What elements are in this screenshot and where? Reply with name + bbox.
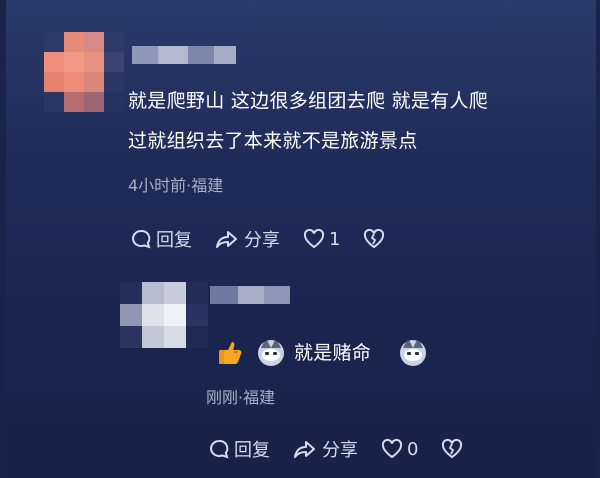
broken-heart-icon (364, 228, 385, 249)
comment-actions: 回复 分享 1 (130, 226, 412, 252)
share-arrow-icon (216, 231, 237, 248)
cat-emoji (400, 340, 426, 366)
share-arrow-icon (294, 441, 315, 458)
share-label: 分享 (244, 230, 280, 251)
comment-text-line-2: 过就组织去了本来就不是旅游景点 (128, 130, 418, 152)
like-button[interactable]: 0 (380, 438, 418, 460)
reply-bubble-icon (132, 229, 151, 249)
reply-meta: 刚刚·福建 (206, 388, 276, 407)
heart-icon (303, 228, 325, 249)
reply-label: 回复 (156, 230, 192, 251)
comment-meta: 4小时前·福建 (128, 176, 224, 195)
reply-actions: 回复 分享 0 (208, 436, 490, 462)
share-button[interactable]: 分享 (292, 436, 358, 462)
reply-text: 就是赌命 (294, 342, 372, 364)
like-count: 1 (329, 228, 341, 250)
dislike-button[interactable] (362, 228, 390, 250)
avatar[interactable] (44, 32, 124, 112)
reply-button[interactable]: 回复 (130, 226, 192, 252)
reply-button[interactable]: 回复 (208, 436, 270, 462)
share-button[interactable]: 分享 (214, 226, 280, 252)
reply-label: 回复 (234, 440, 270, 461)
broken-heart-icon (442, 438, 463, 459)
comment-text-line-1: 就是爬野山 这边很多组团去爬 就是有人爬 (128, 90, 489, 112)
username-blurred[interactable] (132, 46, 236, 64)
dislike-button[interactable] (440, 438, 468, 460)
left-frame-edge (0, 0, 6, 478)
share-label: 分享 (322, 440, 358, 461)
cat-emoji (258, 340, 284, 366)
heart-icon (381, 438, 403, 459)
right-frame-edge (596, 0, 600, 478)
reply-avatar[interactable] (120, 282, 208, 348)
thumbs-up-emoji (219, 342, 242, 364)
like-button[interactable]: 1 (302, 228, 340, 250)
reply-bubble-icon (210, 439, 229, 459)
reply-username-blurred[interactable] (210, 286, 290, 304)
like-count: 0 (407, 438, 419, 460)
